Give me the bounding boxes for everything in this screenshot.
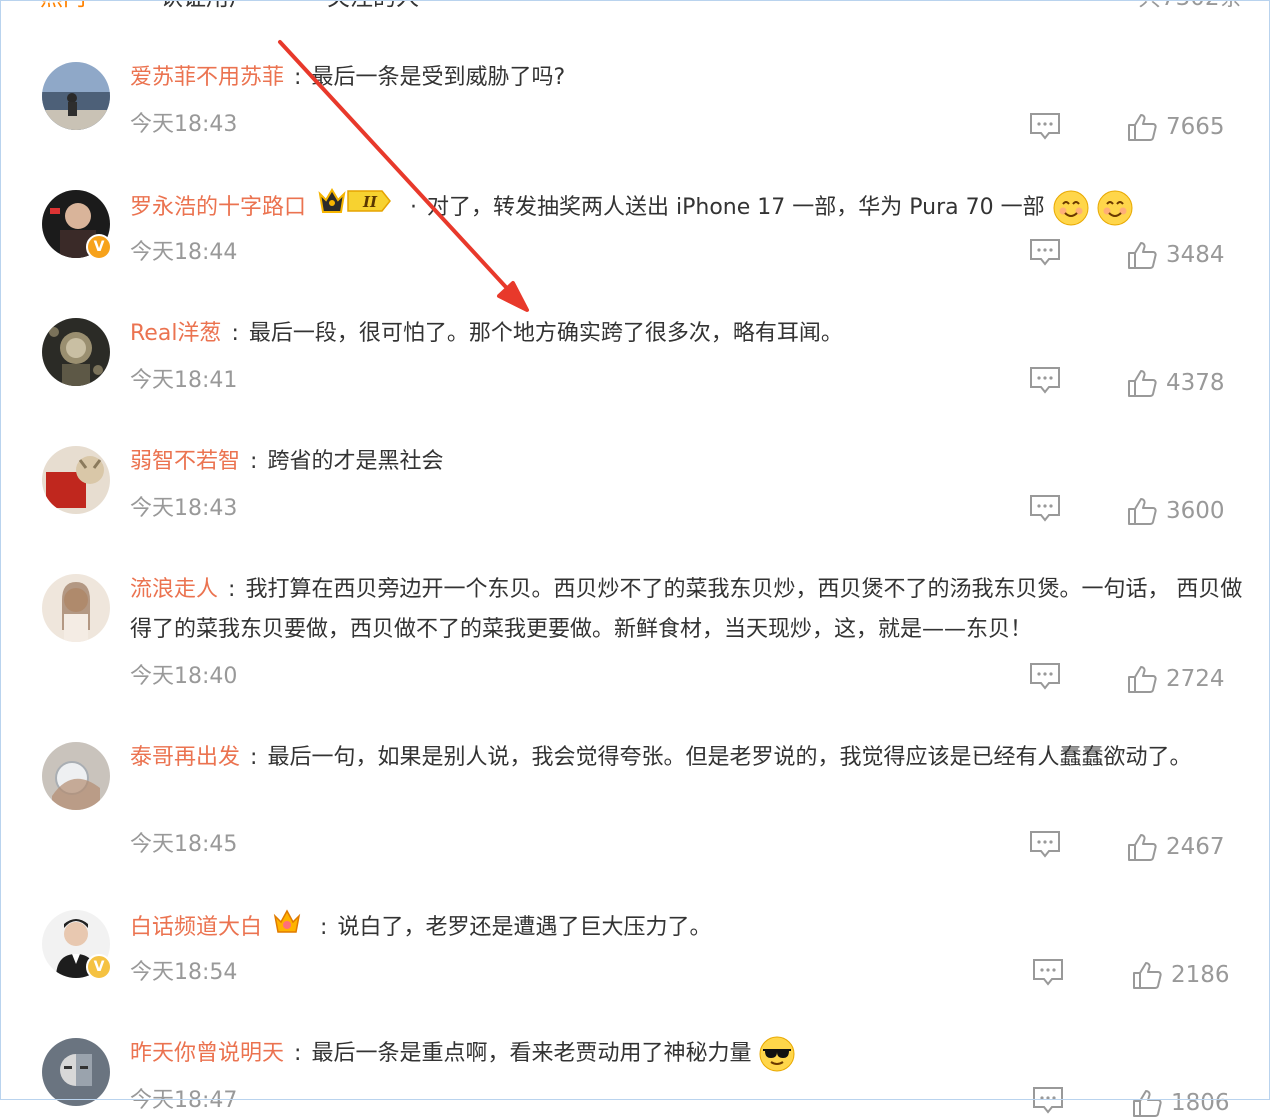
avatar-photo <box>42 318 110 386</box>
thumbs-up-icon <box>1128 498 1157 525</box>
username[interactable]: Real洋葱 <box>130 321 221 346</box>
avatar[interactable] <box>42 62 110 130</box>
comment-body: 流浪走人: 我打算在西贝旁边开一个东贝。西贝炒不了的菜我东贝炒，西贝煲不了的汤我东… <box>130 577 1243 642</box>
comment-body: 罗永浩的十字路口 II · 对了，转发抽奖两人送出 iPhone 17 一部，华为… <box>130 186 1245 230</box>
comment-body: 泰哥再出发: 最后一句，如果是别人说，我会觉得夸张。但是老罗说的，我觉得应该是已经… <box>130 745 1192 770</box>
comment-text: 我打算在西贝旁边开一个东贝。西贝炒不了的菜我东贝炒，西贝煲不了的汤我东贝煲。一句… <box>130 577 1243 642</box>
avatar-photo <box>42 574 110 642</box>
comment-text: 跨省的才是黑社会 <box>267 449 444 474</box>
reply-icon[interactable] <box>1029 494 1061 522</box>
username[interactable]: 弱智不若智 <box>130 449 240 474</box>
avatar-photo <box>42 62 110 130</box>
thumbs-up-icon <box>1133 962 1162 989</box>
cool-sunglasses-emoji <box>759 1036 795 1072</box>
member-crown-badge[interactable] <box>272 906 302 950</box>
comment-time: 今天18:43 <box>130 112 238 137</box>
like-count: 3484 <box>1166 242 1225 268</box>
thumbs-up-icon <box>1128 834 1157 861</box>
avatar[interactable] <box>42 446 110 514</box>
like-count: 2467 <box>1166 834 1225 860</box>
comment-time: 今天18:47 <box>130 1088 238 1113</box>
username[interactable]: 流浪走人 <box>130 577 218 602</box>
like-count: 1806 <box>1171 1090 1230 1116</box>
avatar[interactable]: V <box>42 910 112 980</box>
like-count: 3600 <box>1166 498 1225 524</box>
comment-text: 说白了，老罗还是遭遇了巨大压力了。 <box>337 915 712 940</box>
svg-text:II: II <box>362 193 378 211</box>
comment-text: 最后一句，如果是别人说，我会觉得夸张。但是老罗说的，我觉得应该是已经有人蠢蠢欲动… <box>267 745 1192 770</box>
username[interactable]: 昨天你曾说明天 <box>130 1041 284 1066</box>
thumbs-up-icon <box>1128 114 1157 141</box>
tab-certified-users[interactable]: 认证用户 <box>160 0 252 12</box>
username[interactable]: 爱苏菲不用苏菲 <box>130 65 284 90</box>
username[interactable]: 泰哥再出发 <box>130 745 240 770</box>
avatar[interactable] <box>42 318 110 386</box>
like-count: 7665 <box>1166 114 1225 140</box>
avatar[interactable] <box>42 742 110 810</box>
reply-icon[interactable] <box>1029 662 1061 690</box>
member-crown-badge[interactable]: II <box>316 186 392 230</box>
comment-text: 对了，转发抽奖两人送出 iPhone 17 一部，华为 Pura 70 一部 <box>427 195 1045 220</box>
comment-time: 今天18:54 <box>130 960 238 985</box>
reply-icon[interactable] <box>1029 366 1061 394</box>
avatar[interactable] <box>42 574 110 642</box>
comment-text: 最后一条是受到威胁了吗? <box>311 65 566 90</box>
comment-body: 白话频道大白 : 说白了，老罗还是遭遇了巨大压力了。 <box>130 906 1245 950</box>
reply-icon[interactable] <box>1029 112 1061 140</box>
like-count: 4378 <box>1166 370 1225 396</box>
thumbs-up-icon <box>1128 370 1157 397</box>
tab-following[interactable]: 关注的人 <box>327 0 419 12</box>
avatar-photo <box>42 446 110 514</box>
username[interactable]: 白话频道大白 <box>130 915 262 940</box>
smile-emoji <box>1053 190 1089 226</box>
comment-time: 今天18:45 <box>130 832 238 857</box>
comment-text: 最后一条是重点啊，看来老贾动用了神秘力量 <box>311 1041 752 1066</box>
verified-badge: V <box>86 234 112 260</box>
like-count: 2724 <box>1166 666 1225 692</box>
avatar[interactable] <box>42 1038 110 1106</box>
comment-time: 今天18:40 <box>130 664 238 689</box>
thumbs-up-icon <box>1133 1090 1162 1117</box>
reply-icon[interactable] <box>1032 1086 1064 1114</box>
reply-icon[interactable] <box>1029 238 1061 266</box>
username[interactable]: 罗永浩的十字路口 <box>130 195 306 220</box>
comment-body: 爱苏菲不用苏菲: 最后一条是受到威胁了吗? <box>130 65 566 90</box>
comment-body: 昨天你曾说明天: 最后一条是重点啊，看来老贾动用了神秘力量 <box>130 1034 1245 1074</box>
comment-time: 今天18:41 <box>130 368 238 393</box>
comment-body: Real洋葱: 最后一段，很可怕了。那个地方确实跨了很多次，略有耳闻。 <box>130 321 843 346</box>
reply-icon[interactable] <box>1032 958 1064 986</box>
avatar[interactable]: V <box>42 190 112 260</box>
comment-text: 最后一段，很可怕了。那个地方确实跨了很多次，略有耳闻。 <box>248 321 843 346</box>
avatar-photo <box>42 1038 110 1106</box>
like-count: 2186 <box>1171 962 1230 988</box>
comment-time: 今天18:44 <box>130 240 238 265</box>
thumbs-up-icon <box>1128 666 1157 693</box>
avatar-photo <box>42 742 110 810</box>
smile-emoji <box>1097 190 1133 226</box>
comment-time: 今天18:43 <box>130 496 238 521</box>
comment-tabs: 热门 认证用户 关注的人 共7302条 <box>0 0 1270 12</box>
reply-icon[interactable] <box>1029 830 1061 858</box>
tab-hot[interactable]: 热门 <box>40 0 86 12</box>
comment-count: 共7302条 <box>1138 0 1243 12</box>
comment-body: 弱智不若智: 跨省的才是黑社会 <box>130 449 444 474</box>
thumbs-up-icon <box>1128 242 1157 269</box>
verified-badge: V <box>86 954 112 980</box>
